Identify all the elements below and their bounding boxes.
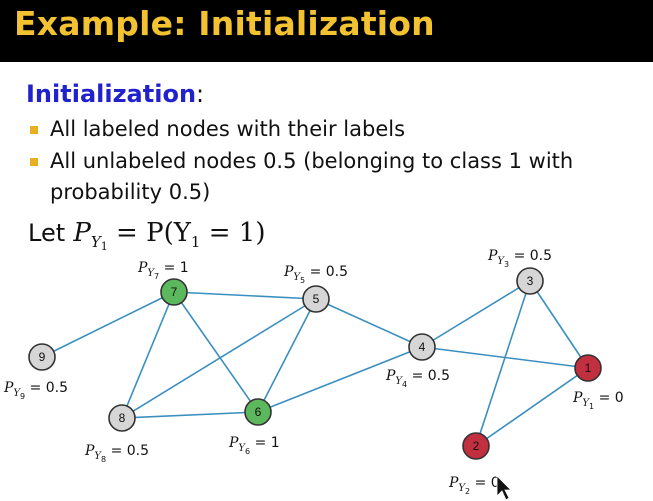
prob-label-6: PY6 = 1 [228, 435, 280, 456]
prob-label-9: PY9 = 0.5 [3, 380, 68, 401]
node-number-8: 8 [119, 411, 126, 425]
edge-1-2 [475, 367, 589, 447]
node-number-2: 2 [473, 439, 480, 453]
node-8: 8 [108, 404, 136, 432]
prob-label-5: PY5 = 0.5 [283, 264, 348, 285]
node-5: 5 [302, 285, 330, 313]
edge-3-2 [475, 280, 531, 447]
edge-7-5 [173, 291, 317, 300]
node-3: 3 [516, 267, 544, 295]
node-number-9: 9 [39, 350, 46, 364]
node-2: 2 [462, 432, 490, 460]
prob-label-4: PY4 = 0.5 [385, 368, 450, 389]
node-number-6: 6 [255, 405, 262, 419]
node-number-5: 5 [313, 292, 320, 306]
edge-7-6 [173, 291, 259, 413]
edge-3-1 [529, 280, 589, 369]
edge-9-7 [41, 291, 175, 358]
prob-label-8: PY8 = 0.5 [84, 443, 149, 464]
edge-4-3 [421, 280, 531, 348]
prob-label-7: PY7 = 1 [137, 260, 189, 281]
prob-label-3: PY3 = 0.5 [487, 248, 552, 269]
node-number-4: 4 [419, 340, 426, 354]
node-9: 9 [28, 343, 56, 371]
mouse-cursor-icon [496, 475, 512, 501]
edge-5-4 [315, 298, 423, 348]
edge-7-8 [121, 291, 175, 419]
edge-8-6 [121, 411, 259, 419]
node-number-3: 3 [527, 274, 534, 288]
node-6: 6 [244, 398, 272, 426]
node-number-7: 7 [171, 285, 178, 299]
graph-diagram: 1 PY1 = 0 2 PY2 = 0 3 PY3 = 0.5 4 PY4 = 0.5 5 PY5… [3, 248, 624, 501]
node-7: 7 [160, 278, 188, 306]
node-number-1: 1 [585, 361, 592, 375]
node-4: 4 [408, 333, 436, 361]
prob-label-1: PY1 = 0 [572, 390, 624, 411]
node-1: 1 [574, 354, 602, 382]
prob-label-2: PY2 = 0 [448, 475, 500, 496]
